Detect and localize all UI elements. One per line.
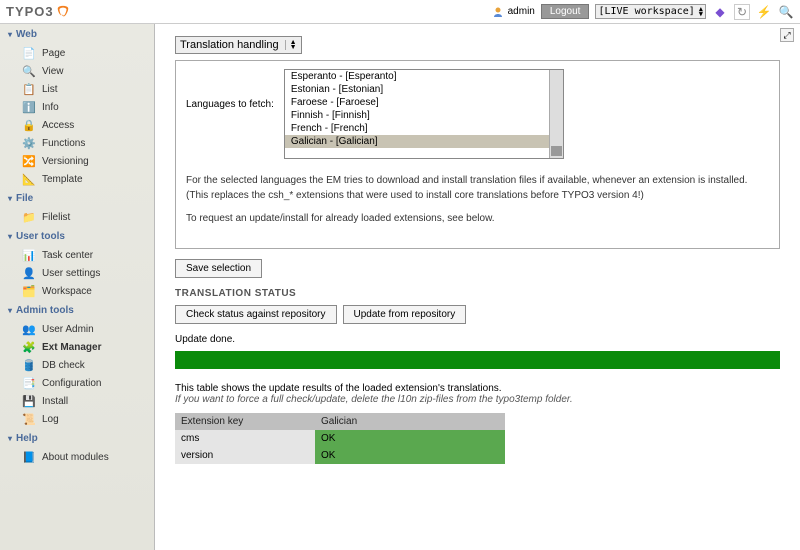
select-arrows-icon: ▲▼ — [699, 7, 703, 17]
cache-icon[interactable]: ◆ — [712, 4, 728, 20]
results-table: Extension key Galician cms OK version OK — [175, 413, 505, 464]
functions-icon: ⚙️ — [22, 136, 36, 150]
sidebar-item-page[interactable]: 📄Page — [0, 44, 154, 62]
sidebar-item-list[interactable]: 📋List — [0, 80, 154, 98]
languages-label: Languages to fetch: — [186, 69, 274, 110]
sidebar-item-functions[interactable]: ⚙️Functions — [0, 134, 154, 152]
page-icon: 📄 — [22, 46, 36, 60]
table-row: version OK — [175, 447, 505, 464]
sidebar-item-access[interactable]: 🔒Access — [0, 116, 154, 134]
log-icon: 📜 — [22, 412, 36, 426]
list-icon: 📋 — [22, 82, 36, 96]
config-icon: 📑 — [22, 376, 36, 390]
sidebar-item-taskcenter[interactable]: 📊Task center — [0, 246, 154, 264]
description-text: To request an update/install for already… — [186, 211, 769, 226]
sidebar-item-usersettings[interactable]: 👤User settings — [0, 264, 154, 282]
table-row: cms OK — [175, 430, 505, 447]
scroll-thumb[interactable] — [551, 146, 562, 156]
refresh-icon[interactable]: ↻ — [734, 4, 750, 20]
sidebar-item-info[interactable]: ℹ️Info — [0, 98, 154, 116]
versioning-icon: 🔀 — [22, 154, 36, 168]
update-done-message: Update done. — [175, 334, 780, 345]
sidebar-item-log[interactable]: 📜Log — [0, 410, 154, 428]
sidebar-item-versioning[interactable]: 🔀Versioning — [0, 152, 154, 170]
about-icon: 📘 — [22, 450, 36, 464]
logout-button[interactable]: Logout — [541, 4, 590, 19]
lang-option[interactable]: Faroese - [Faroese] — [285, 96, 563, 109]
user-icon — [492, 6, 504, 18]
select-arrows-icon: ▲▼ — [285, 40, 297, 50]
check-status-button[interactable]: Check status against repository — [175, 305, 337, 324]
workspace-select[interactable]: [LIVE workspace] ▲▼ — [595, 4, 706, 19]
sidebar-item-workspace[interactable]: 🗂️Workspace — [0, 282, 154, 300]
save-selection-button[interactable]: Save selection — [175, 259, 262, 278]
progress-bar — [175, 351, 780, 369]
lang-option[interactable]: Esperanto - [Esperanto] — [285, 70, 563, 83]
sidebar-item-install[interactable]: 💾Install — [0, 392, 154, 410]
description-text: For the selected languages the EM tries … — [186, 173, 769, 203]
sidebar-group-admintools[interactable]: Admin tools — [0, 300, 154, 320]
sidebar: Web 📄Page 🔍View 📋List ℹ️Info 🔒Access ⚙️F… — [0, 24, 155, 550]
update-repo-button[interactable]: Update from repository — [343, 305, 467, 324]
sidebar-item-dbcheck[interactable]: 🛢️DB check — [0, 356, 154, 374]
lang-option[interactable]: French - [French] — [285, 122, 563, 135]
typo3-logo-icon — [56, 5, 70, 19]
sidebar-item-view[interactable]: 🔍View — [0, 62, 154, 80]
lang-option-selected[interactable]: Galician - [Galician] — [285, 135, 563, 148]
lang-option[interactable]: Finnish - [Finnish] — [285, 109, 563, 122]
results-hint: If you want to force a full check/update… — [175, 394, 573, 405]
mode-select[interactable]: Translation handling ▲▼ — [175, 36, 302, 54]
usersettings-icon: 👤 — [22, 266, 36, 280]
dbcheck-icon: 🛢️ — [22, 358, 36, 372]
view-icon: 🔍 — [22, 64, 36, 78]
task-icon: 📊 — [22, 248, 36, 262]
sidebar-item-extmanager[interactable]: 🧩Ext Manager — [0, 338, 154, 356]
col-extension-key: Extension key — [175, 413, 315, 430]
sidebar-item-aboutmodules[interactable]: 📘About modules — [0, 448, 154, 466]
translation-panel: Languages to fetch: Esperanto - [Esperan… — [175, 60, 780, 249]
scrollbar[interactable] — [549, 70, 563, 158]
sidebar-group-usertools[interactable]: User tools — [0, 226, 154, 246]
languages-listbox[interactable]: Esperanto - [Esperanto] Estonian - [Esto… — [284, 69, 564, 159]
expand-icon[interactable]: ⤢ — [780, 28, 794, 42]
col-language: Galician — [315, 413, 505, 430]
sidebar-group-file[interactable]: File — [0, 188, 154, 208]
translation-status-heading: TRANSLATION STATUS — [175, 288, 780, 299]
bolt-icon[interactable]: ⚡ — [756, 4, 772, 20]
current-user: admin — [508, 6, 535, 17]
sidebar-group-web[interactable]: Web — [0, 24, 154, 44]
extmanager-icon: 🧩 — [22, 340, 36, 354]
useradmin-icon: 👥 — [22, 322, 36, 336]
sidebar-item-template[interactable]: 📐Template — [0, 170, 154, 188]
search-icon[interactable]: 🔍 — [778, 4, 794, 20]
workspace-icon: 🗂️ — [22, 284, 36, 298]
info-icon: ℹ️ — [22, 100, 36, 114]
results-note: This table shows the update results of t… — [175, 383, 780, 394]
install-icon: 💾 — [22, 394, 36, 408]
sidebar-item-filelist[interactable]: 📁Filelist — [0, 208, 154, 226]
lang-option[interactable]: Estonian - [Estonian] — [285, 83, 563, 96]
brand-logo: TYPO3 — [6, 4, 54, 19]
sidebar-group-help[interactable]: Help — [0, 428, 154, 448]
template-icon: 📐 — [22, 172, 36, 186]
access-icon: 🔒 — [22, 118, 36, 132]
sidebar-item-configuration[interactable]: 📑Configuration — [0, 374, 154, 392]
filelist-icon: 📁 — [22, 210, 36, 224]
sidebar-item-useradmin[interactable]: 👥User Admin — [0, 320, 154, 338]
